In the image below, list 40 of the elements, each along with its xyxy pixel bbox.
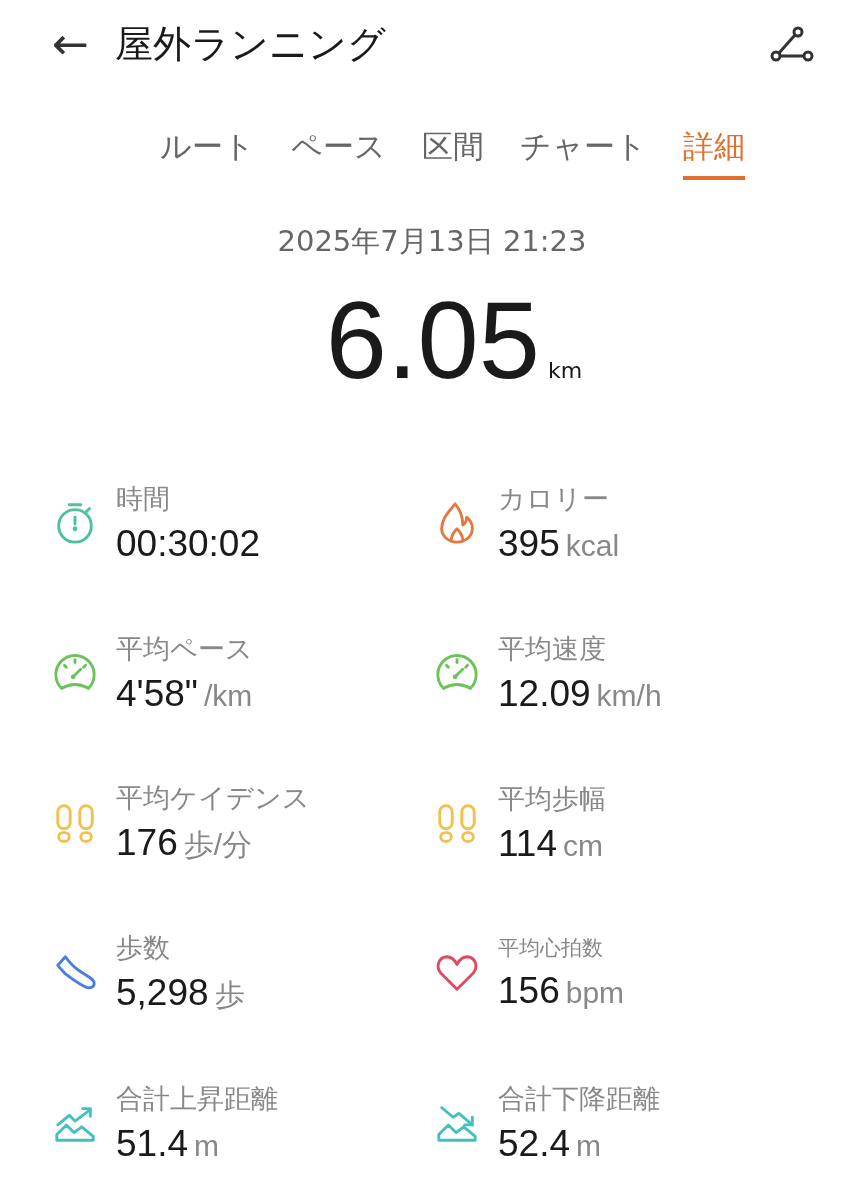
metric-value: 114 [498,823,557,865]
metric-label: カロリー [498,482,610,516]
metric-value: 5,298 [116,972,209,1014]
tab[interactable]: 詳細 [682,126,745,180]
metric-unit: m [194,1129,219,1163]
route-share-icon[interactable] [770,26,814,62]
metric-label: 合計下降距離 [498,1082,660,1116]
tab[interactable]: ペース [290,126,386,180]
metric-label: 合計上昇距離 [116,1082,278,1116]
metric-unit: 歩/分 [183,827,253,863]
back-button[interactable]: ← [52,22,89,66]
tab[interactable]: 区間 [421,126,484,180]
distance-unit: km [547,358,583,383]
metric-value: 51.4 [116,1123,188,1165]
metric-value: 52.4 [498,1123,570,1165]
metric-value: 395 [498,523,560,565]
page-title: 屋外ランニング [114,20,387,68]
metric-unit: bpm [565,976,625,1010]
metric-unit: /km [203,679,253,713]
metric-label: 平均ペース [116,632,253,666]
metric-label: 平均心拍数 [498,935,604,962]
metric-label: 時間 [116,482,171,516]
metric-label: 平均ケイデンス [116,781,310,815]
metric-unit: 歩 [214,977,245,1013]
tab[interactable]: ルート [159,126,255,180]
metric-unit: km/h [596,679,662,713]
metric-value: 4'58" [116,673,198,715]
metric-value: 156 [498,970,560,1012]
metric-value: 12.09 [498,673,591,715]
tab[interactable]: チャート [519,126,647,180]
metric-unit: m [576,1129,601,1163]
metric-label: 平均速度 [498,632,607,666]
metric-value: 176 [116,822,178,864]
metric-unit: kcal [565,529,620,563]
distance-value: 6.05 [325,277,540,403]
metric-value: 00:30:02 [116,523,261,565]
metric-label: 歩数 [116,931,171,965]
metric-label: 平均歩幅 [498,782,606,816]
metric-unit: cm [563,829,603,863]
workout-date: 2025年7月13日 21:23 [276,223,588,260]
